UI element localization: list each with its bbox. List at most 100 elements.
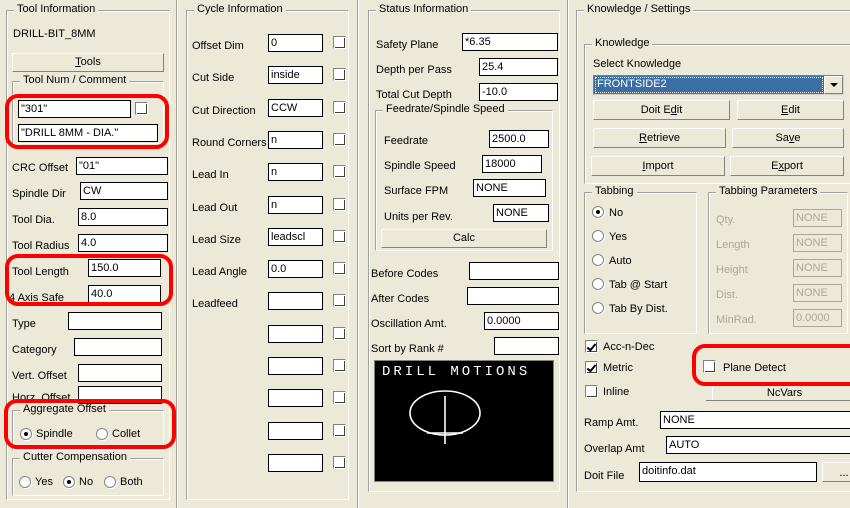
retrieve-button[interactable]: Retrieve: [593, 128, 726, 148]
tabbing-label-1: Yes: [609, 231, 627, 243]
units-per-rev-field[interactable]: NONE: [493, 204, 549, 222]
aggregate-offset-radio-collet[interactable]: [96, 428, 108, 440]
cutter-comp-radio-both[interactable]: [104, 476, 116, 488]
doit-file-field[interactable]: doitinfo.dat: [639, 462, 817, 482]
cycle-checkbox-9[interactable]: [333, 326, 346, 340]
cycle-checkbox-8[interactable]: [333, 294, 346, 308]
tabbing-radio-tab-by-dist[interactable]: [592, 302, 604, 314]
tool-dia-field[interactable]: 8.0: [78, 208, 168, 226]
export-button[interactable]: Export: [730, 156, 844, 176]
cycle-field-0[interactable]: 0: [268, 34, 323, 52]
cycle-field-5[interactable]: n: [268, 195, 323, 214]
spindle-speed-field[interactable]: 18000: [482, 155, 542, 173]
tool-num-checkbox[interactable]: [135, 102, 148, 115]
import-button[interactable]: Import: [591, 156, 725, 176]
safety-plane-field[interactable]: *6.35: [462, 33, 558, 51]
cycle-field-8[interactable]: [268, 292, 323, 311]
cycle-field-9[interactable]: [268, 324, 323, 343]
cycle-field-10[interactable]: [268, 357, 323, 375]
cycle-checkbox-5[interactable]: [333, 197, 346, 211]
inline-checkbox[interactable]: [585, 385, 598, 398]
horz-offset-field[interactable]: [78, 386, 162, 404]
crc-offset-field[interactable]: "01": [76, 157, 168, 175]
cycle-checkbox-11[interactable]: [333, 391, 346, 405]
total-cut-depth-label: Total Cut Depth: [376, 89, 452, 101]
ramp-amt-field[interactable]: NONE: [660, 411, 850, 429]
type-label: Type: [12, 318, 36, 330]
cycle-checkbox-6[interactable]: [333, 229, 346, 243]
chevron-down-icon[interactable]: [824, 76, 843, 94]
edit-button[interactable]: Edit: [737, 100, 844, 120]
feedrate-label: Feedrate: [384, 135, 429, 147]
cycle-label-0: Offset Dim: [192, 40, 244, 52]
cutter-comp-radio-yes[interactable]: [19, 476, 31, 488]
feedrate-field[interactable]: 2500.0: [489, 130, 549, 148]
tabbing-radio-no[interactable]: [592, 206, 604, 218]
cycle-information-title: Cycle Information: [194, 4, 286, 15]
aggregate-offset-group: Aggregate Offset: [12, 404, 164, 451]
cycle-field-13[interactable]: [268, 453, 323, 472]
oscillation-amt-field[interactable]: 0.0000: [484, 312, 559, 330]
cycle-field-2[interactable]: CCW: [268, 98, 323, 117]
aggregate-offset-radio-spindle[interactable]: [20, 428, 32, 440]
cycle-checkbox-2[interactable]: [333, 100, 346, 114]
column-separator-1: [176, 0, 178, 508]
metric-checkbox[interactable]: [585, 361, 598, 374]
axis-safe-field[interactable]: 40.0: [88, 285, 161, 303]
cutter-comp-radio-no[interactable]: [63, 476, 75, 488]
cycle-checkbox-7[interactable]: [333, 262, 346, 276]
tool-num-field[interactable]: "301": [18, 100, 131, 118]
cycle-field-6[interactable]: leadscl: [268, 227, 323, 246]
select-knowledge-label: Select Knowledge: [593, 58, 682, 70]
tabbing-parameters-title: Tabbing Parameters: [716, 186, 821, 197]
cycle-field-3[interactable]: n: [268, 130, 323, 149]
tabbing-radio-tab-start[interactable]: [592, 278, 604, 290]
cycle-checkbox-13[interactable]: [333, 455, 346, 469]
tool-radius-field[interactable]: 4.0: [78, 234, 168, 252]
browse-doit-file-button[interactable]: ...: [822, 462, 850, 482]
save-button[interactable]: Save: [732, 128, 844, 148]
calc-button[interactable]: Calc: [381, 229, 547, 248]
cycle-checkbox-12[interactable]: [333, 423, 346, 437]
retrieve-label: Retrieve: [639, 131, 680, 144]
select-knowledge-combo[interactable]: FRONTSIDE2: [593, 75, 844, 95]
surface-fpm-field[interactable]: NONE: [473, 179, 546, 197]
doit-edit-button[interactable]: Doit Edit: [593, 100, 730, 120]
cycle-checkbox-3[interactable]: [333, 132, 346, 146]
after-codes-field[interactable]: [467, 287, 559, 305]
tabbing-label-4: Tab By Dist.: [609, 303, 668, 315]
cycle-checkbox-1[interactable]: [333, 68, 346, 82]
tabbing-radio-yes[interactable]: [592, 230, 604, 242]
cycle-label-3: Round Corners: [192, 136, 267, 149]
overlap-amt-field[interactable]: AUTO: [666, 436, 850, 454]
before-codes-field[interactable]: [469, 262, 559, 280]
vert-offset-field[interactable]: [78, 364, 162, 382]
depth-per-pass-field[interactable]: 25.4: [479, 58, 558, 76]
ncvars-tab[interactable]: NcVars: [712, 383, 850, 401]
cycle-checkbox-10[interactable]: [333, 359, 346, 372]
tabbing-radio-auto[interactable]: [592, 254, 604, 266]
type-field[interactable]: [68, 312, 162, 330]
cycle-checkbox-0[interactable]: [333, 36, 346, 49]
plane-detect-checkbox[interactable]: [703, 360, 716, 373]
cycle-field-12[interactable]: [268, 421, 323, 440]
cycle-label-8: Leadfeed: [192, 298, 238, 311]
vert-offset-label: Vert. Offset: [12, 370, 67, 382]
acc-n-dec-checkbox[interactable]: [585, 340, 598, 353]
tool-comment-field[interactable]: "DRILL 8MM - DIA.": [18, 124, 158, 142]
tool-length-field[interactable]: 150.0: [88, 259, 161, 277]
cutter-comp-no-label: No: [79, 476, 94, 488]
cycle-field-7[interactable]: 0.0: [268, 260, 323, 279]
cycle-field-4[interactable]: n: [268, 163, 323, 182]
tool-radius-label: Tool Radius: [12, 240, 70, 252]
cycle-field-1[interactable]: inside: [268, 66, 323, 85]
cycle-field-11[interactable]: [268, 389, 323, 408]
spindle-dir-field[interactable]: CW: [80, 182, 168, 200]
category-field[interactable]: [74, 338, 162, 356]
tools-button[interactable]: Tools: [12, 53, 164, 72]
total-cut-depth-field[interactable]: -10.0: [479, 83, 558, 101]
cycle-checkbox-4[interactable]: [333, 165, 346, 179]
spindle-speed-label: Spindle Speed: [384, 160, 456, 172]
sort-by-rank-field[interactable]: [494, 337, 559, 355]
crc-offset-label: CRC Offset: [12, 162, 69, 174]
